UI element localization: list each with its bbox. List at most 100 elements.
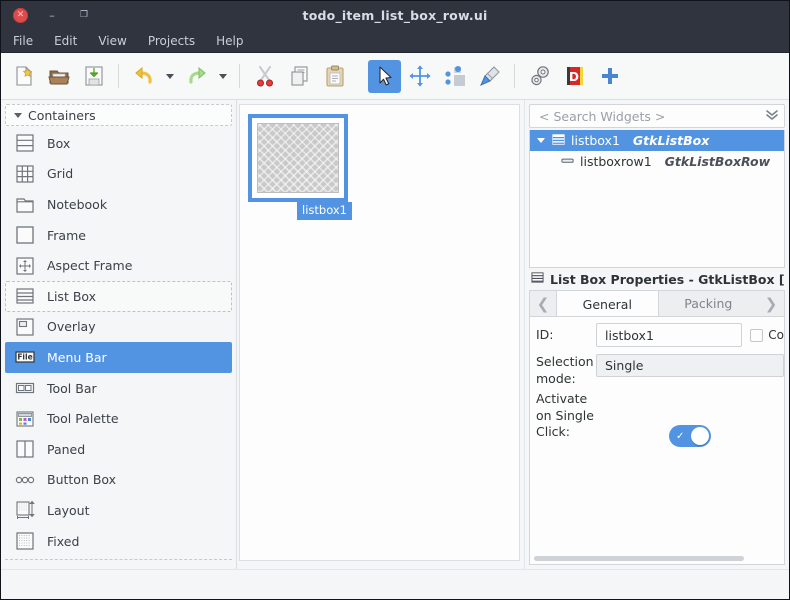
- undo-arrow-icon: [132, 64, 156, 88]
- minimize-button[interactable]: –: [44, 7, 60, 23]
- widget-placeholder-area[interactable]: [257, 123, 339, 193]
- tree-row-listbox1[interactable]: listbox1 GtkListBox: [530, 130, 784, 151]
- new-file-icon: [12, 64, 36, 88]
- design-canvas[interactable]: listbox1: [239, 104, 520, 561]
- margin-edit-button[interactable]: [438, 60, 471, 93]
- palette-item-label: Fixed: [47, 534, 79, 549]
- menu-item-help[interactable]: Help: [213, 33, 246, 49]
- right-panel: < Search Widgets > listbox1 GtkListBox: [524, 100, 789, 569]
- palette-item-tool-palette[interactable]: Tool Palette: [5, 403, 232, 434]
- open-file-button[interactable]: [42, 60, 75, 93]
- margins-icon: [443, 64, 467, 88]
- devhelp-button[interactable]: D: [558, 60, 591, 93]
- canvas-widget-listbox1[interactable]: [248, 114, 348, 202]
- menu-item-file[interactable]: File: [10, 33, 36, 49]
- redo-button[interactable]: [180, 60, 213, 93]
- close-button[interactable]: ✕: [13, 8, 28, 23]
- palette-item-fixed[interactable]: Fixed: [5, 526, 232, 557]
- pointer-icon: [373, 64, 397, 88]
- tab-general[interactable]: General: [556, 291, 659, 317]
- palette-item-button-box[interactable]: Button Box: [5, 465, 232, 496]
- palette-item-layout[interactable]: Layout: [5, 495, 232, 526]
- expand-all-icon[interactable]: [764, 107, 780, 126]
- palette-item-grid[interactable]: Grid: [5, 159, 232, 190]
- selection-mode-combo[interactable]: Single: [596, 354, 784, 377]
- palette-group-containers[interactable]: Containers: [5, 104, 232, 126]
- undo-button[interactable]: [127, 60, 160, 93]
- properties-content: ID: listbox1 Co Selection mode:: [529, 316, 785, 565]
- fixed-icon: [14, 530, 36, 552]
- palette-item-frame[interactable]: Frame: [5, 220, 232, 251]
- palette-item-label: Grid: [47, 166, 73, 181]
- tab-packing[interactable]: Packing: [659, 291, 758, 316]
- button-box-icon: [14, 469, 36, 491]
- palette-item-overlay[interactable]: Overlay: [5, 312, 232, 343]
- tree-row-type: GtkListBox: [633, 133, 709, 148]
- devhelp-d-icon: D: [563, 64, 587, 88]
- palette-item-paned[interactable]: Paned: [5, 434, 232, 465]
- menu-bar: File Edit View Projects Help: [1, 29, 789, 53]
- menu-item-view[interactable]: View: [95, 33, 129, 49]
- menu-item-projects[interactable]: Projects: [145, 33, 198, 49]
- gears-icon: [528, 64, 552, 88]
- activate-on-single-click-switch[interactable]: ✓: [669, 425, 711, 447]
- palette-item-list: Box Grid Notebook: [5, 126, 232, 558]
- palette-item-list-box[interactable]: List Box: [5, 281, 232, 312]
- property-row-id: ID: listbox1 Co: [530, 323, 784, 347]
- palette-item-tool-bar[interactable]: Tool Bar: [5, 373, 232, 404]
- chevron-right-icon[interactable]: ❯: [758, 291, 784, 316]
- palette-item-label: Paned: [47, 442, 85, 457]
- tool-palette-icon: [14, 408, 36, 430]
- chevron-down-icon: [14, 113, 22, 118]
- cut-button[interactable]: [248, 60, 281, 93]
- tree-row-listboxrow1[interactable]: listboxrow1 GtkListBoxRow: [530, 151, 784, 172]
- plus-icon: [598, 64, 622, 88]
- properties-horizontal-scrollbar[interactable]: [534, 556, 744, 561]
- selection-mode-label: Selection mode:: [536, 354, 596, 387]
- properties-tabs: ❮ General Packing ❯: [529, 290, 785, 316]
- copy-icon: [288, 64, 312, 88]
- canvas-area: listbox1: [237, 100, 524, 569]
- menu-item-edit[interactable]: Edit: [51, 33, 80, 49]
- tree-row-name: listbox1: [571, 133, 620, 148]
- drag-resize-button[interactable]: [403, 60, 436, 93]
- menu-bar-icon: File: [14, 346, 36, 368]
- composite-label: Co: [768, 328, 784, 342]
- listbox-icon: [552, 133, 565, 149]
- select-pointer-button[interactable]: [368, 60, 401, 93]
- activate-on-single-click-label: Activate on Single Click:: [536, 391, 596, 441]
- svg-text:File: File: [17, 353, 32, 362]
- move-arrows-icon: [408, 64, 432, 88]
- undo-dropdown-button[interactable]: [162, 60, 178, 93]
- chevron-down-icon[interactable]: [536, 138, 546, 143]
- search-widgets-bar[interactable]: < Search Widgets >: [529, 104, 785, 128]
- new-file-button[interactable]: [7, 60, 40, 93]
- composite-check-wrap: Co: [742, 328, 784, 342]
- save-file-button[interactable]: [77, 60, 110, 93]
- properties-title: List Box Properties - GtkListBox [list…: [550, 272, 785, 287]
- scissors-icon: [253, 64, 277, 88]
- maximize-button[interactable]: ❐: [76, 7, 92, 23]
- search-widgets-input[interactable]: < Search Widgets >: [539, 109, 760, 124]
- glade-window: ✕ – ❐ todo_item_list_box_row.ui File Edi…: [0, 0, 790, 600]
- activate-switch-wrap: ✓: [596, 391, 784, 447]
- palette-item-box[interactable]: Box: [5, 128, 232, 159]
- paste-button[interactable]: [318, 60, 351, 93]
- palette-item-aspect-frame[interactable]: Aspect Frame: [5, 250, 232, 281]
- copy-button[interactable]: [283, 60, 316, 93]
- chevron-down-icon: [219, 74, 227, 79]
- palette-item-notebook[interactable]: Notebook: [5, 189, 232, 220]
- id-input[interactable]: listbox1: [596, 323, 742, 347]
- main-body: Containers Box Grid: [1, 100, 789, 569]
- window-controls: ✕ – ❐: [1, 7, 92, 23]
- chevron-left-icon[interactable]: ❮: [530, 291, 556, 316]
- redo-dropdown-button[interactable]: [215, 60, 231, 93]
- composite-checkbox[interactable]: [750, 329, 763, 342]
- add-button[interactable]: [593, 60, 626, 93]
- preferences-button[interactable]: [523, 60, 556, 93]
- properties-pane: List Box Properties - GtkListBox [list… …: [525, 268, 789, 569]
- box-icon: [14, 132, 36, 154]
- palette-item-menu-bar[interactable]: File Menu Bar: [5, 342, 232, 373]
- align-edit-button[interactable]: [473, 60, 506, 93]
- list-box-icon: [14, 285, 36, 307]
